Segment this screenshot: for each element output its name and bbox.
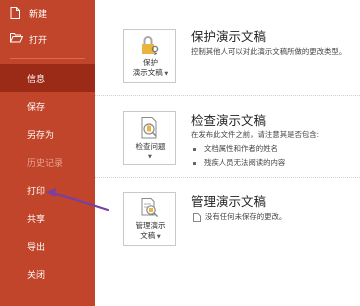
annotation-arrow-icon	[46, 188, 110, 212]
